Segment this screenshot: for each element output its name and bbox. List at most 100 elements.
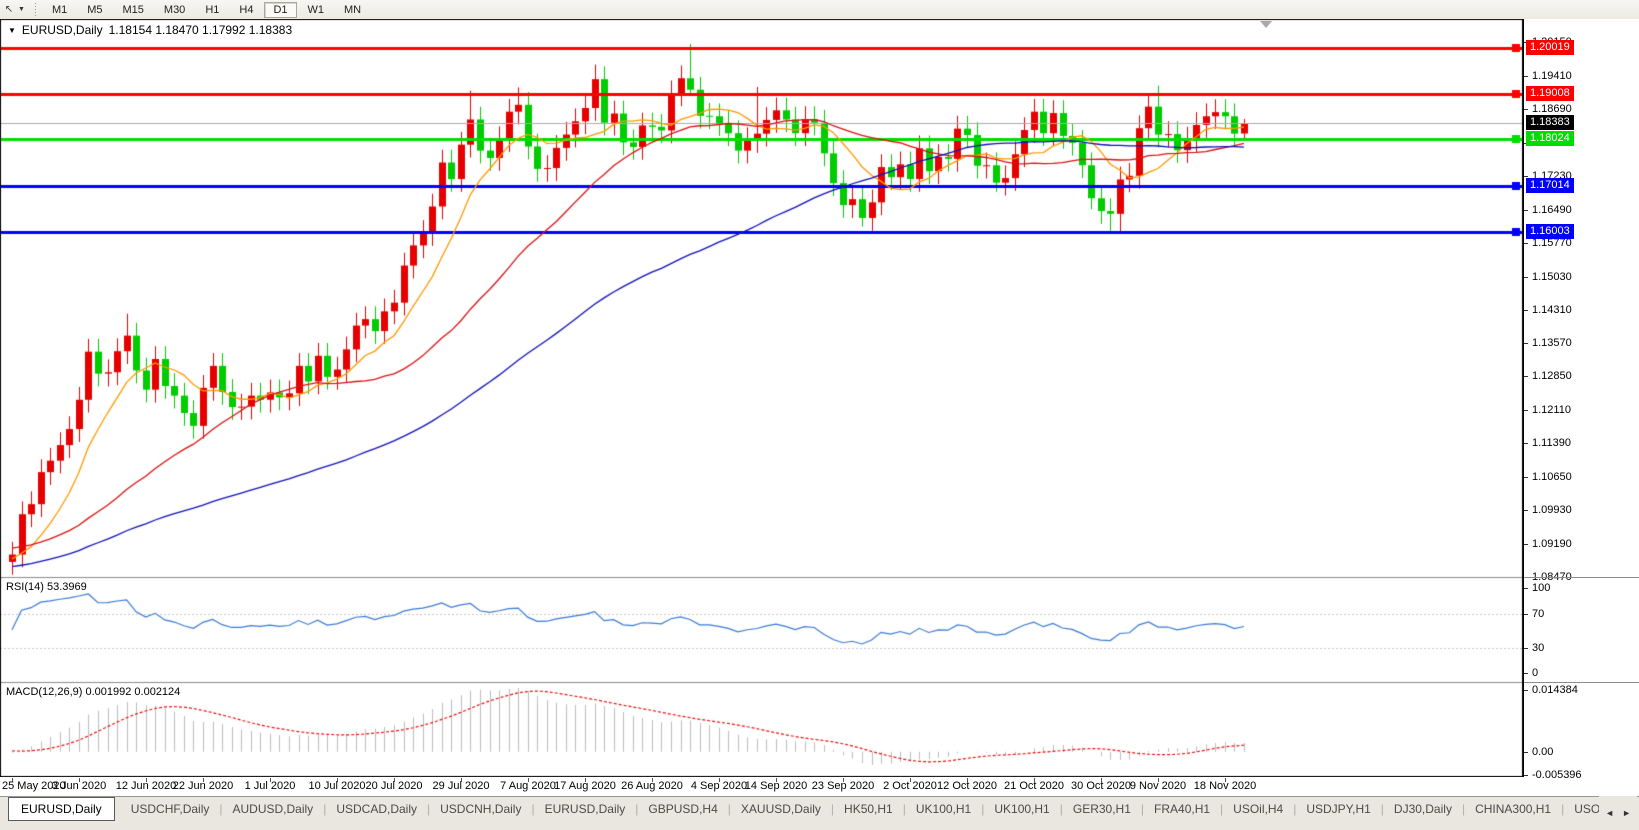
timeframe-toolbar: M1M5M15M30H1H4D1W1MN bbox=[42, 2, 371, 18]
price-level-badge: 1.19008 bbox=[1526, 86, 1574, 101]
cursor-tool-caret-icon[interactable]: ▼ bbox=[18, 6, 29, 13]
timeframe-button-m1[interactable]: M1 bbox=[43, 2, 76, 18]
macd-panel[interactable] bbox=[0, 683, 1523, 777]
time-axis[interactable]: 25 May 20203 Jun 202012 Jun 202022 Jun 2… bbox=[0, 778, 1639, 796]
time-axis-label: 17 Aug 2020 bbox=[554, 780, 616, 792]
price-axis-tick bbox=[1524, 210, 1528, 211]
timeframe-button-d1[interactable]: D1 bbox=[264, 2, 296, 18]
time-axis-label: 21 Oct 2020 bbox=[1004, 780, 1064, 792]
chart-tab-ger30-h1[interactable]: GER30,H1 bbox=[1063, 797, 1141, 821]
mt4-terminal: { "icons": { "pointer_icon": "↖", "dropd… bbox=[0, 0, 1639, 830]
time-axis-label: 18 Nov 2020 bbox=[1194, 780, 1256, 792]
price-level-badge: 1.20019 bbox=[1526, 40, 1574, 55]
time-axis-label: 9 Nov 2020 bbox=[1130, 780, 1186, 792]
chart-tab-xauusd-daily[interactable]: XAUUSD,Daily bbox=[731, 797, 831, 821]
top-toolbar: ↖ ▼ M1M5M15M30H1H4D1W1MN bbox=[0, 0, 1639, 20]
chart-tab-usdcnh-daily[interactable]: USDCNH,Daily bbox=[430, 797, 531, 821]
chart-tab-audusd-daily[interactable]: AUDUSD,Daily bbox=[223, 797, 324, 821]
time-axis-label: 20 Jul 2020 bbox=[366, 780, 423, 792]
price-axis-tick bbox=[1524, 544, 1528, 545]
price-axis-tick bbox=[1524, 376, 1528, 377]
price-axis-tick bbox=[1524, 310, 1528, 311]
chart-tab-usoil-h4[interactable]: USOil,H4 bbox=[1223, 797, 1293, 821]
tab-scroll-right-icon[interactable]: ► bbox=[1622, 808, 1631, 818]
price-axis-label: 1.12110 bbox=[1532, 403, 1571, 417]
price-axis-tick bbox=[1524, 477, 1528, 478]
price-level-badge: 1.16003 bbox=[1526, 224, 1574, 239]
chart-shift-marker-icon[interactable] bbox=[1260, 21, 1272, 28]
timeframe-button-w1[interactable]: W1 bbox=[299, 2, 334, 18]
timeframe-button-m5[interactable]: M5 bbox=[78, 2, 111, 18]
main-chart-panel[interactable] bbox=[0, 19, 1523, 577]
time-axis-label: 30 Oct 2020 bbox=[1071, 780, 1131, 792]
chart-title-ohlc: 1.18154 1.18470 1.17992 1.18383 bbox=[109, 23, 293, 37]
time-axis-label: 22 Jun 2020 bbox=[173, 780, 234, 792]
price-axis-label: 1.10650 bbox=[1532, 470, 1572, 484]
price-axis-tick bbox=[1524, 109, 1528, 110]
rsi-axis-tick bbox=[1524, 614, 1528, 615]
tab-scroll-controls: ◄► bbox=[1599, 796, 1637, 830]
price-level-badge: 1.18024 bbox=[1526, 131, 1574, 146]
chart-tab-usdchf-daily[interactable]: USDCHF,Daily bbox=[121, 797, 220, 821]
toolbar-grip[interactable] bbox=[32, 3, 39, 16]
rsi-axis-label: 30 bbox=[1532, 641, 1544, 655]
chart-tab-eurusd-daily[interactable]: EURUSD,Daily bbox=[535, 797, 636, 821]
time-axis-label: 12 Jun 2020 bbox=[116, 780, 177, 792]
price-axis-tick bbox=[1524, 76, 1528, 77]
macd-axis-tick bbox=[1524, 690, 1528, 691]
macd-axis-label: 0.014384 bbox=[1532, 683, 1578, 697]
timeframe-button-h4[interactable]: H4 bbox=[230, 2, 262, 18]
chart-tab-hk50-h1[interactable]: HK50,H1 bbox=[834, 797, 903, 821]
rsi-axis-tick bbox=[1524, 673, 1528, 674]
tab-scroll-left-icon[interactable]: ◄ bbox=[1605, 808, 1614, 818]
price-axis-label: 1.13570 bbox=[1532, 336, 1572, 350]
timeframe-button-m30[interactable]: M30 bbox=[155, 2, 194, 18]
price-axis-label: 1.09930 bbox=[1532, 503, 1572, 517]
chart-title-symbol: EURUSD,Daily bbox=[22, 23, 103, 37]
macd-indicator-label: MACD(12,26,9) 0.001992 0.002124 bbox=[6, 686, 180, 698]
price-axis-tick bbox=[1524, 277, 1528, 278]
rsi-indicator-label: RSI(14) 53.3969 bbox=[6, 581, 87, 593]
price-axis-label: 1.14310 bbox=[1532, 303, 1572, 317]
time-axis-label: 2 Oct 2020 bbox=[883, 780, 937, 792]
chart-tab-eurusd-daily[interactable]: EURUSD,Daily bbox=[8, 797, 115, 821]
chart-menu-caret-icon[interactable]: ▼ bbox=[8, 26, 16, 35]
rsi-axis-label: 100 bbox=[1532, 581, 1550, 595]
time-axis-label: 1 Jul 2020 bbox=[245, 780, 296, 792]
price-axis-label: 1.19410 bbox=[1532, 69, 1572, 83]
timeframe-button-mn[interactable]: MN bbox=[335, 2, 370, 18]
price-axis-tick bbox=[1524, 243, 1528, 244]
price-axis-tick bbox=[1524, 176, 1528, 177]
time-axis-label: 14 Sep 2020 bbox=[745, 780, 807, 792]
chart-tab-usdcad-daily[interactable]: USDCAD,Daily bbox=[326, 797, 427, 821]
chart-tab-uk100-h1[interactable]: UK100,H1 bbox=[906, 797, 981, 821]
macd-axis-tick bbox=[1524, 775, 1528, 776]
timeframe-button-m15[interactable]: M15 bbox=[114, 2, 153, 18]
rsi-panel[interactable] bbox=[0, 578, 1523, 682]
macd-axis-label: 0.00 bbox=[1532, 745, 1553, 759]
chart-tab-dj30-daily[interactable]: DJ30,Daily bbox=[1384, 797, 1462, 821]
chart-title: ▼ EURUSD,Daily 1.18154 1.18470 1.17992 1… bbox=[8, 23, 292, 37]
time-axis-label: 26 Aug 2020 bbox=[621, 780, 683, 792]
chart-tab-uk100-h1[interactable]: UK100,H1 bbox=[984, 797, 1059, 821]
rsi-axis-label: 0 bbox=[1532, 666, 1538, 680]
price-axis-label: 1.11390 bbox=[1532, 436, 1571, 450]
rsi-axis-tick bbox=[1524, 648, 1528, 649]
time-axis-label: 10 Jul 2020 bbox=[309, 780, 366, 792]
chart-tab-fra40-h1[interactable]: FRA40,H1 bbox=[1144, 797, 1220, 821]
price-axis[interactable]: 1.201501.194101.186901.179501.172301.164… bbox=[1523, 19, 1639, 777]
chart-tab-china300-h1[interactable]: CHINA300,H1 bbox=[1465, 797, 1561, 821]
rsi-axis-label: 70 bbox=[1532, 607, 1544, 621]
timeframe-button-h1[interactable]: H1 bbox=[196, 2, 228, 18]
current-price-badge: 1.18383 bbox=[1526, 115, 1574, 130]
price-axis-tick bbox=[1524, 410, 1528, 411]
rsi-axis-tick bbox=[1524, 588, 1528, 589]
price-axis-tick bbox=[1524, 443, 1528, 444]
chart-tab-usdjpy-h1[interactable]: USDJPY,H1 bbox=[1296, 797, 1380, 821]
price-axis-label: 1.18690 bbox=[1532, 102, 1572, 116]
macd-axis-tick bbox=[1524, 752, 1528, 753]
time-axis-label: 23 Sep 2020 bbox=[812, 780, 874, 792]
chart-tab-gbpusd-h4[interactable]: GBPUSD,H4 bbox=[638, 797, 727, 821]
time-axis-label: 12 Oct 2020 bbox=[937, 780, 997, 792]
cursor-tool-icon[interactable]: ↖ bbox=[0, 4, 18, 15]
